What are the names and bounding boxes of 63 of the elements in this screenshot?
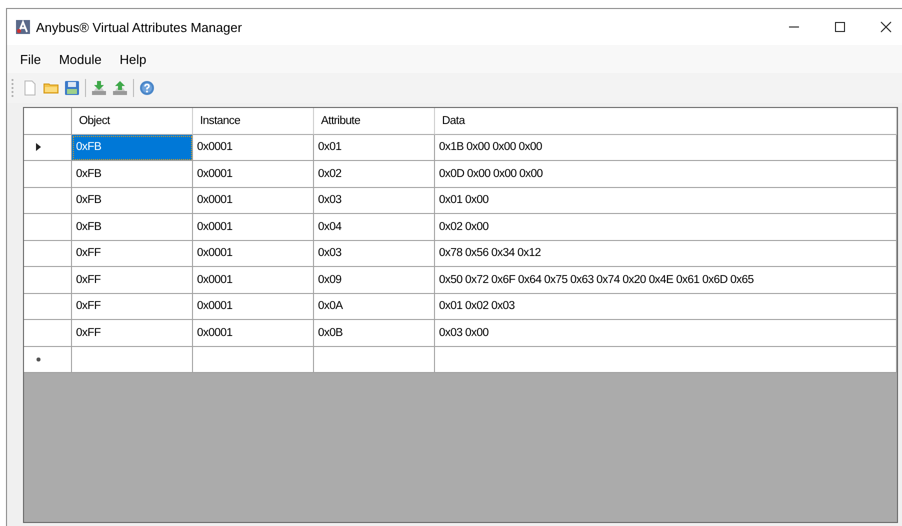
row-header[interactable]	[24, 134, 72, 161]
download-icon[interactable]	[91, 80, 107, 96]
row-header[interactable]	[24, 161, 72, 188]
help-icon[interactable]	[139, 80, 155, 96]
menu-item[interactable]: Module	[50, 52, 111, 66]
table-cell: 0x0001	[193, 294, 314, 320]
row-header[interactable]	[24, 240, 72, 267]
table-cell[interactable]	[314, 346, 435, 373]
table-cell: 0xFF	[72, 294, 193, 320]
row-header[interactable]	[24, 214, 72, 240]
column-header[interactable]: Instance	[193, 108, 314, 134]
table-cell: 0x02 0x00	[435, 214, 897, 240]
table-cell: 0x01	[314, 134, 435, 161]
table-cell: 0x50 0x72 0x6F 0x64 0x75 0x63 0x74 0x20 0x4E 0x61 0x6D 0x65	[435, 267, 897, 294]
table-cell: 0x0001	[193, 267, 314, 294]
table-cell: 0x04	[314, 214, 435, 240]
table-cell: 0x0001	[193, 240, 314, 267]
save-icon[interactable]	[64, 80, 80, 96]
table-cell: 0xFF	[72, 267, 193, 294]
table-cell[interactable]	[435, 346, 897, 373]
table-cell[interactable]	[72, 346, 193, 373]
row-header[interactable]	[24, 267, 72, 294]
menu-item[interactable]: File	[11, 52, 50, 66]
table-cell: 0x1B 0x00 0x00 0x00	[435, 134, 897, 161]
table-cell: 0x0A	[314, 294, 435, 320]
table-cell: 0x03	[314, 188, 435, 214]
table-cell: 0xFB	[72, 188, 193, 214]
table-cell: 0xFB	[72, 214, 193, 240]
app-icon	[15, 19, 31, 35]
table-cell: 0x78 0x56 0x34 0x12	[435, 240, 897, 267]
column-header[interactable]: Attribute	[314, 108, 435, 134]
row-header[interactable]	[24, 294, 72, 320]
menu-item[interactable]: Help	[110, 52, 156, 66]
header-corner[interactable]	[24, 108, 72, 134]
window-title: Anybus® Virtual Attributes Manager	[36, 20, 242, 34]
toolbar-grip-icon	[11, 78, 14, 98]
table-cell: 0x0001	[193, 320, 314, 346]
table-cell: 0xFF	[72, 320, 193, 346]
table-cell: 0x0001	[193, 161, 314, 188]
close-icon[interactable]	[880, 21, 892, 33]
table-cell: 0x01 0x00	[435, 188, 897, 214]
table-cell: 0xFB	[72, 161, 193, 188]
table-cell: 0x0B	[314, 320, 435, 346]
row-header[interactable]	[24, 320, 72, 346]
table-cell: 0x0001	[193, 188, 314, 214]
table-cell: 0x0001	[193, 134, 314, 161]
table-cell[interactable]	[193, 346, 314, 373]
table-cell: 0x0D 0x00 0x00 0x00	[435, 161, 897, 188]
row-header[interactable]	[24, 346, 72, 373]
table-cell: 0x0001	[193, 214, 314, 240]
table-cell: 0x09	[314, 267, 435, 294]
row-header[interactable]	[24, 188, 72, 214]
column-header[interactable]: Data	[435, 108, 897, 134]
table-cell: 0x03	[314, 240, 435, 267]
table-cell: 0xFF	[72, 240, 193, 267]
table-cell: 0x03 0x00	[435, 320, 897, 346]
table-cell: 0xFB	[72, 134, 193, 161]
new-file-icon[interactable]	[22, 80, 38, 96]
table-cell: 0x01 0x02 0x03	[435, 294, 897, 320]
maximize-icon[interactable]	[834, 21, 846, 33]
table-cell: 0x02	[314, 161, 435, 188]
column-header[interactable]: Object	[72, 108, 193, 134]
upload-icon[interactable]	[112, 80, 128, 96]
